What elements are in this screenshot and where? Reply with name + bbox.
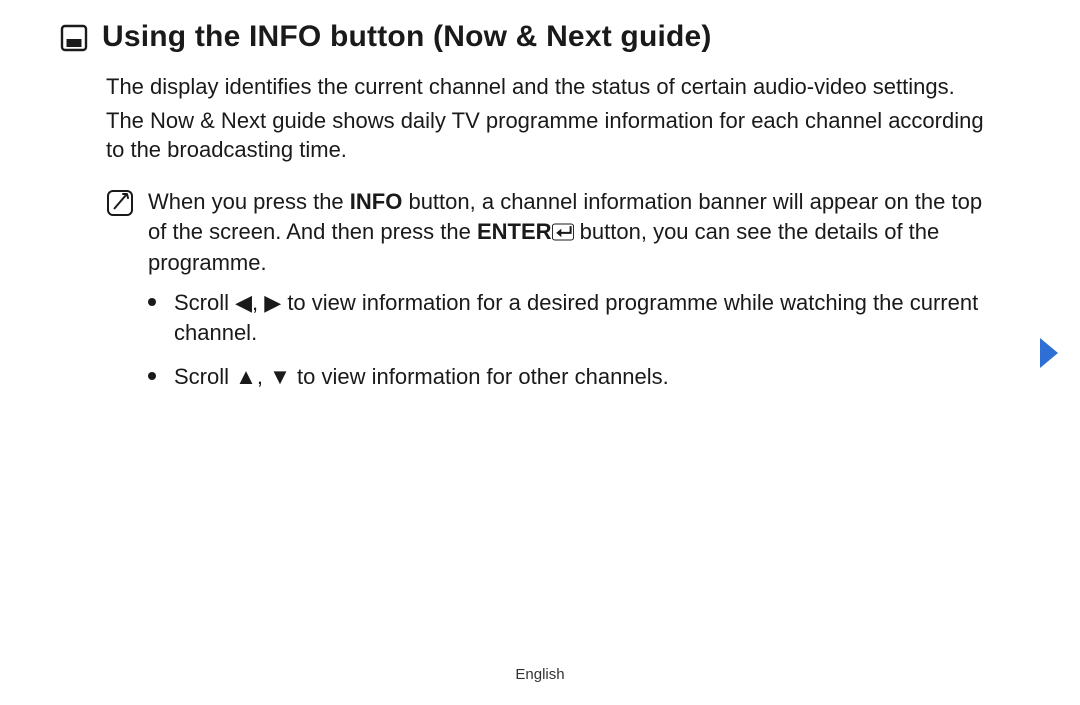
bullet-list: Scroll ◀, ▶ to view information for a de… [106,288,990,391]
intro-paragraph-1: The display identifies the current chann… [106,72,990,102]
bullet-text-part: Scroll [174,290,235,315]
footer-language: English [0,666,1080,683]
bullet-text-part: , [252,290,264,315]
enter-key-label: ENTER [477,219,552,244]
bullet-text-part: , [257,364,269,389]
enter-arrow-icon [552,219,574,249]
left-arrow-icon: ◀ [235,288,252,318]
intro-paragraph-2: The Now & Next guide shows daily TV prog… [106,106,990,165]
page-title: Using the INFO button (Now & Next guide) [102,20,712,54]
section-marker-icon [60,24,88,52]
info-key-label: INFO [350,189,403,214]
content-body: The display identifies the current chann… [0,54,1080,391]
bullet-text-part: to view information for other channels. [291,364,669,389]
up-arrow-icon: ▲ [235,362,257,392]
list-item: Scroll ▲, ▼ to view information for othe… [148,362,990,392]
note-text: When you press the INFO button, a channe… [148,187,990,278]
bullet-text-part: to view information for a desired progra… [174,290,978,345]
note-icon [106,189,134,217]
list-item: Scroll ◀, ▶ to view information for a de… [148,288,990,347]
next-page-arrow[interactable] [1036,336,1062,370]
down-arrow-icon: ▼ [269,362,291,392]
note-text-part: When you press the [148,189,350,214]
right-arrow-icon: ▶ [264,288,281,318]
bullet-text-part: Scroll [174,364,235,389]
